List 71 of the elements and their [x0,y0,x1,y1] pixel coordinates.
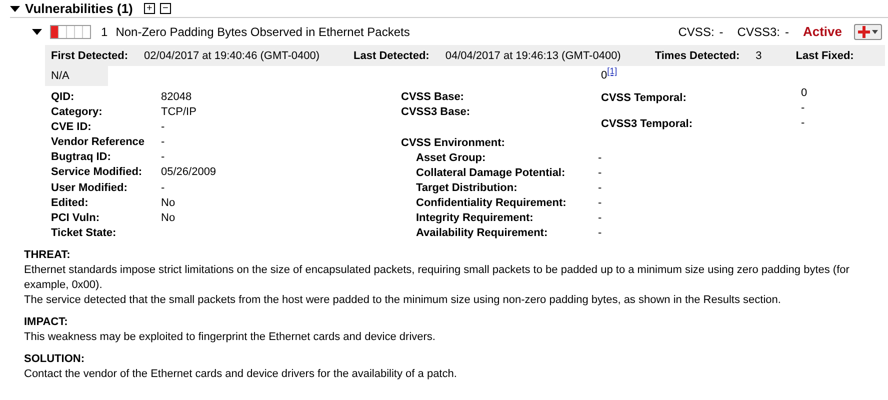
field-value: - [161,136,165,148]
description-text: The service detected that the small packets from the host were padded to the minimum size using non-zero padding bytes, as shown in the Results section. [24,293,782,308]
description-text: This weakness may be exploited to fingerprint the Ethernet cards and device drivers. [24,330,436,345]
field-value: 82048 [161,91,192,103]
field-label: CVSS3 Base: [401,105,472,120]
detection-label: Last Detected: [354,50,430,62]
field-label: Target Distribution: [416,181,518,196]
field-value: No [161,212,176,224]
collapse-all-button[interactable]: − [160,3,171,14]
detection-value: 04/04/2017 at 19:46:13 (GMT-0400) [445,50,621,62]
expanded-triangle-icon[interactable] [10,4,20,14]
field-value: - [598,196,603,211]
footnote-link[interactable]: [1] [607,66,618,76]
field-value: 05/26/2009 [161,166,216,178]
field-value: - [161,182,165,194]
expanded-triangle-icon[interactable] [32,26,42,36]
field-label: User Modified: [51,180,128,196]
field-value: 0 [801,86,808,101]
field-value: - [598,151,603,166]
field-value: - [801,101,806,116]
cvss-value: - [784,24,789,38]
field-label: CVSS Base: [401,90,465,105]
field-label: Integrity Requirement: [416,211,534,226]
detection-label: Last Fixed: [796,50,854,62]
field-label: Asset Group: [416,151,487,166]
field-label: Availability Requirement: [416,226,549,241]
expand-all-button[interactable]: + [144,3,155,14]
field-label: Collateral Damage Potential: [416,166,566,181]
field-label: Service Modified: [51,165,144,180]
description-text: Ethernet standards impose strict limitations on the size of encapsulated packets, requiring small packets to be padded up to a minimum size using zero padding bytes (for example, 0x00). [24,263,850,293]
field-label: CVSS Temporal: [601,91,688,106]
field-label: Category: [51,105,104,120]
add-menu-button[interactable] [854,24,882,40]
field-value: - [598,166,603,181]
status-label: Active [802,24,842,39]
field-label: Confidentiality Requirement: [416,196,568,211]
field-label: PCI Vuln: [51,210,100,226]
cvss-label: CVSS: [678,24,714,38]
vulnerability-number: 1 [101,24,108,38]
section-title: Vulnerabilities (1) [25,1,133,16]
field-label: CVSS3 Temporal: [601,117,694,132]
section-heading: IMPACT: [24,315,69,330]
field-value: No [161,196,176,209]
detection-value: 02/04/2017 at 19:40:46 (GMT-0400) [144,50,320,62]
field-value: - [801,116,806,131]
field-value: TCP/IP [161,106,196,118]
last-fixed-value: N/A [45,66,108,86]
plus-icon [858,26,870,38]
field-label: Bugtraq ID: [51,150,112,166]
field-label: CVE ID: [51,120,92,136]
description-text: Contact the vendor of the Ethernet cards and device drivers for the availability of a patch. [24,367,458,382]
section-heading: THREAT: [24,248,72,263]
score-value: 0 [601,70,608,82]
cvss-label: CVSS3: [737,24,780,38]
field-label: QID: [51,90,76,105]
vulnerability-title[interactable]: Non-Zero Padding Bytes Observed in Ethernet Packets [116,24,410,38]
caret-icon [872,30,878,34]
field-label: Vendor Reference [51,135,146,150]
field-value: - [161,151,165,164]
field-value: - [598,181,603,196]
detection-label: First Detected: [51,50,128,62]
section-heading: SOLUTION: [24,352,86,367]
field-label: CVSS Environment: [401,136,506,151]
cvss-value: - [719,24,724,38]
field-label: Ticket State: [51,226,118,241]
detection-label: Times Detected: [654,50,740,62]
detection-value: 3 [756,50,762,62]
field-value: - [598,226,603,241]
field-label: Edited: [51,196,90,211]
field-value: - [161,121,165,134]
field-value: - [598,211,603,226]
